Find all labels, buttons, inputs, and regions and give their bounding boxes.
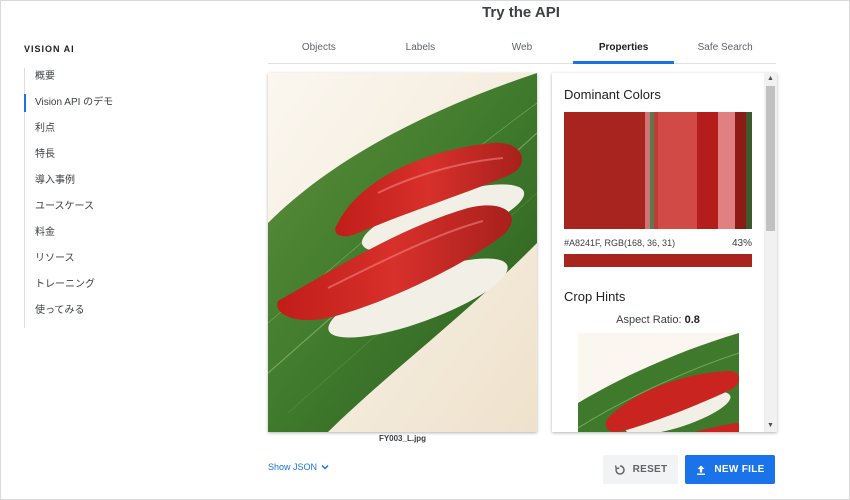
sidebar-item-use-cases[interactable]: ユースケース bbox=[25, 198, 224, 224]
properties-results-panel: Dominant Colors #A8241F, RGB(168, 36, 31… bbox=[552, 73, 777, 432]
top-color-info: #A8241F, RGB(168, 36, 31) 43% bbox=[564, 238, 752, 249]
dominant-color-swatch bbox=[735, 112, 747, 229]
scrollbar-thumb[interactable] bbox=[766, 86, 775, 231]
crop-hints-title: Crop Hints bbox=[564, 289, 626, 304]
show-json-link[interactable]: Show JSON bbox=[268, 462, 330, 472]
sushi-photo bbox=[268, 73, 537, 432]
uploaded-image-preview bbox=[268, 73, 537, 432]
aspect-ratio: Aspect Ratio: 0.8 bbox=[564, 314, 752, 326]
sidebar-item-resources[interactable]: リソース bbox=[25, 250, 224, 276]
sidebar-item-features[interactable]: 特長 bbox=[25, 146, 224, 172]
dominant-color-swatch bbox=[746, 112, 752, 229]
tab-safe-search[interactable]: Safe Search bbox=[674, 34, 776, 63]
refresh-icon bbox=[614, 464, 625, 475]
tab-web[interactable]: Web bbox=[471, 34, 573, 63]
scroll-down-arrow-icon[interactable]: ▼ bbox=[764, 420, 777, 432]
sidebar-heading: VISION AI bbox=[24, 44, 75, 54]
crop-hint-photo bbox=[578, 333, 739, 432]
image-filename: FY003_L.jpg bbox=[378, 434, 427, 443]
crop-hint-thumbnail bbox=[578, 333, 739, 432]
sidebar-item-benefits[interactable]: 利点 bbox=[25, 120, 224, 146]
tab-labels[interactable]: Labels bbox=[370, 34, 472, 63]
sidebar-item-vision-api-demo[interactable]: Vision API のデモ bbox=[24, 94, 224, 120]
new-file-button[interactable]: NEW FILE bbox=[685, 455, 775, 484]
sidebar-item-pricing[interactable]: 料金 bbox=[25, 224, 224, 250]
reset-button[interactable]: RESET bbox=[603, 455, 678, 484]
dominant-colors-strip bbox=[564, 112, 752, 229]
dominant-color-swatch bbox=[564, 112, 645, 229]
aspect-ratio-value: 0.8 bbox=[684, 314, 700, 326]
sidebar-item-case-studies[interactable]: 導入事例 bbox=[25, 172, 224, 198]
dominant-color-swatch bbox=[697, 112, 719, 229]
show-json-label: Show JSON bbox=[268, 462, 318, 472]
sidebar-item-training[interactable]: トレーニング bbox=[25, 276, 224, 302]
upload-icon bbox=[697, 465, 706, 475]
dominant-colors-title: Dominant Colors bbox=[564, 87, 661, 102]
tab-properties[interactable]: Properties bbox=[572, 34, 675, 64]
results-scrollbar[interactable]: ▲ ▼ bbox=[764, 73, 777, 432]
sidebar: VISION AI 概要 Vision API のデモ 利点 特長 導入事例 ユ… bbox=[24, 44, 224, 328]
sidebar-item-try-it[interactable]: 使ってみる bbox=[25, 302, 224, 328]
new-file-button-label: NEW FILE bbox=[714, 464, 765, 475]
dominant-color-swatch bbox=[718, 112, 735, 229]
sidebar-item-overview[interactable]: 概要 bbox=[25, 68, 224, 94]
top-color-swatch bbox=[564, 254, 752, 267]
aspect-ratio-label: Aspect Ratio: bbox=[616, 314, 682, 326]
top-color-values: #A8241F, RGB(168, 36, 31) bbox=[564, 238, 676, 248]
chevron-down-icon bbox=[321, 464, 329, 470]
properties-results-content: Dominant Colors #A8241F, RGB(168, 36, 31… bbox=[552, 73, 764, 432]
tab-objects[interactable]: Objects bbox=[268, 34, 370, 63]
sidebar-list: 概要 Vision API のデモ 利点 特長 導入事例 ユースケース 料金 リ… bbox=[24, 68, 224, 328]
reset-button-label: RESET bbox=[632, 464, 668, 475]
dominant-color-swatch bbox=[657, 112, 698, 229]
result-tabs: Objects Labels Web Properties Safe Searc… bbox=[268, 34, 776, 64]
top-color-percent: 43% bbox=[731, 238, 752, 249]
page-title: Try the API bbox=[482, 4, 560, 21]
scroll-up-arrow-icon[interactable]: ▲ bbox=[764, 73, 777, 85]
